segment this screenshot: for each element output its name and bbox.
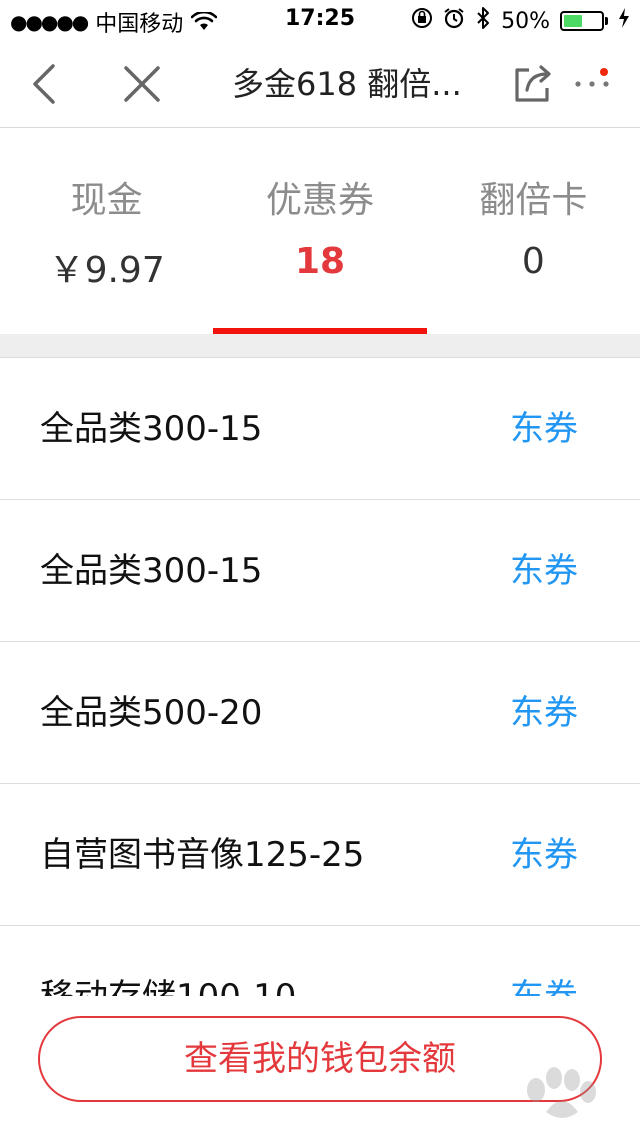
bluetooth-icon	[475, 6, 491, 36]
coupon-list[interactable]: 全品类300-15 东券 全品类300-15 东券 全品类500-20 东券 自…	[0, 358, 640, 996]
close-icon	[124, 66, 160, 102]
list-item[interactable]: 移动存储100-10 东券	[0, 926, 640, 996]
charging-icon	[618, 7, 630, 35]
coupon-name: 自营图书音像125-25	[40, 835, 365, 875]
coupon-name: 移动存储100-10	[40, 926, 296, 996]
coupon-name: 全品类300-15	[40, 409, 263, 449]
list-item[interactable]: 全品类300-15 东券	[0, 500, 640, 642]
tab-cash[interactable]: 现金 ￥9.97	[0, 129, 213, 334]
coupon-name: 全品类300-15	[40, 551, 263, 591]
coupon-type-tag: 东券	[510, 835, 578, 875]
wallet-tabs: 现金 ￥9.97 优惠券 18 翻倍卡 0	[0, 129, 640, 334]
coupon-type-tag: 东券	[510, 551, 578, 591]
battery-percent: 50%	[501, 8, 550, 34]
section-divider	[0, 334, 640, 358]
tab-label: 现金	[70, 180, 143, 221]
tab-coupons[interactable]: 优惠券 18	[213, 129, 427, 334]
share-button[interactable]	[504, 40, 562, 128]
back-button[interactable]	[14, 40, 74, 128]
alarm-icon	[443, 7, 465, 35]
more-button[interactable]	[562, 40, 622, 128]
more-icon	[575, 81, 609, 87]
coupon-type-tag: 东券	[510, 693, 578, 733]
tab-label: 优惠券	[265, 180, 374, 221]
list-item[interactable]: 全品类500-20 东券	[0, 642, 640, 784]
status-bar: ●●●●● 中国移动 17:25 50%	[0, 0, 640, 40]
watermark-logo	[527, 1067, 596, 1118]
tab-value: 0	[521, 241, 545, 282]
coupon-type-tag: 东券	[510, 409, 578, 449]
notification-dot	[600, 68, 608, 76]
bottom-bar: 查看我的钱包余额	[0, 996, 640, 1136]
list-item[interactable]: 全品类300-15 东券	[0, 358, 640, 500]
status-right: 50%	[411, 6, 630, 36]
tab-value: ￥9.97	[48, 250, 165, 291]
chevron-left-icon	[33, 64, 55, 104]
tab-label: 翻倍卡	[479, 180, 588, 221]
battery-icon	[560, 11, 608, 31]
coupon-type-tag: 东券	[510, 926, 578, 996]
close-button[interactable]	[112, 40, 172, 128]
page-title: 多金618 翻倍...	[232, 65, 462, 103]
coupon-name: 全品类500-20	[40, 693, 263, 733]
list-item[interactable]: 自营图书音像125-25 东券	[0, 784, 640, 926]
nav-bar: 多金618 翻倍...	[0, 40, 640, 128]
tab-double-cards[interactable]: 翻倍卡 0	[427, 129, 640, 334]
share-icon	[515, 65, 551, 102]
tab-value: 18	[294, 241, 346, 282]
orientation-lock-icon	[411, 7, 433, 35]
